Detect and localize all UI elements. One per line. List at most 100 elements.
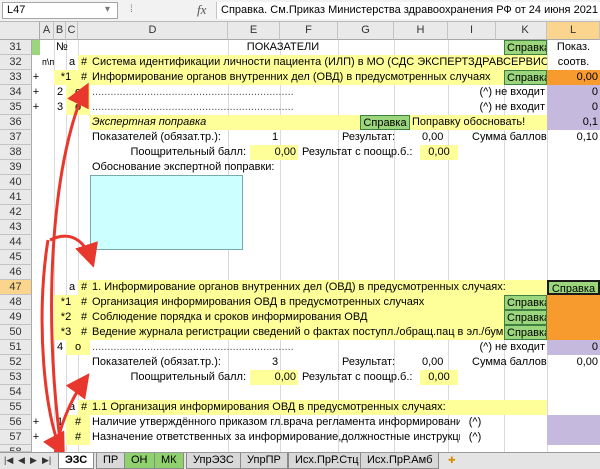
score-cell[interactable]: [547, 295, 600, 310]
cell-c34[interactable]: o: [66, 85, 90, 100]
column-header-e[interactable]: E: [228, 22, 280, 40]
cell-b56[interactable]: 1: [54, 415, 66, 430]
tab-ezs[interactable]: ЭЗС: [58, 453, 95, 469]
cell-l31[interactable]: Показ.: [547, 40, 600, 55]
row-header[interactable]: 33: [0, 70, 32, 85]
reference-button[interactable]: Справка: [504, 325, 547, 340]
placeholder-dots[interactable]: ........................................…: [90, 340, 430, 355]
row-header[interactable]: 40: [0, 175, 32, 190]
reference-button[interactable]: Справка: [504, 295, 547, 310]
row-header[interactable]: 44: [0, 235, 32, 250]
placeholder-dots[interactable]: ........................................…: [90, 85, 430, 100]
cell-a32[interactable]: п\п: [40, 55, 54, 70]
row-header[interactable]: 53: [0, 370, 32, 385]
column-header-l[interactable]: L: [547, 22, 600, 40]
indicator-procedure[interactable]: Соблюдение порядка и сроков информирован…: [90, 310, 504, 325]
score-cell[interactable]: 0: [547, 100, 600, 115]
row-header[interactable]: 41: [0, 190, 32, 205]
indicators-count-value[interactable]: 1: [260, 130, 290, 145]
score-cell[interactable]: [547, 415, 600, 430]
prev-sheet-icon[interactable]: ◀: [18, 455, 25, 466]
expert-correction-value[interactable]: 0,1: [547, 115, 600, 130]
row-header[interactable]: 35: [0, 100, 32, 115]
reference-button[interactable]: Справка: [504, 40, 547, 55]
cell-c33[interactable]: #: [78, 70, 90, 85]
expert-correction-label[interactable]: Экспертная поправка: [90, 115, 360, 130]
outline-marker[interactable]: [32, 40, 40, 55]
result-bonus-value[interactable]: 0,00: [420, 145, 458, 160]
row-header[interactable]: 51: [0, 340, 32, 355]
fx-icon[interactable]: fx: [197, 2, 206, 18]
tab-ishprr-amb[interactable]: Исх.ПрР.Амб: [360, 453, 440, 469]
score-cell[interactable]: [547, 310, 600, 325]
criterion-regulation[interactable]: Наличие утверждённого приказом гл.врача …: [90, 415, 460, 430]
tab-ishprr-stc[interactable]: Исх.ПрР.Стц: [288, 453, 366, 469]
cell-c35[interactable]: o: [66, 100, 90, 115]
row-header[interactable]: 38: [0, 145, 32, 160]
expand-plus[interactable]: +: [32, 70, 40, 85]
expand-plus[interactable]: +: [32, 430, 40, 445]
selected-cell-l47[interactable]: Справка: [547, 280, 600, 295]
row-header[interactable]: 39: [0, 160, 32, 175]
last-sheet-icon[interactable]: ▶|: [42, 455, 51, 466]
cell-c51[interactable]: o: [66, 340, 90, 355]
row-header[interactable]: 37: [0, 130, 32, 145]
cell-c49[interactable]: #: [78, 310, 90, 325]
column-header-g[interactable]: G: [338, 22, 394, 40]
tab-on[interactable]: ОН: [124, 453, 155, 469]
row-header[interactable]: 34: [0, 85, 32, 100]
row-header[interactable]: 52: [0, 355, 32, 370]
row-header[interactable]: 47: [0, 280, 32, 295]
column-header-h[interactable]: H: [394, 22, 448, 40]
name-box-dropdown-icon[interactable]: ▾: [105, 4, 110, 15]
row-header[interactable]: 49: [0, 310, 32, 325]
cell-b51[interactable]: 4: [54, 340, 66, 355]
row-header[interactable]: 57: [0, 430, 32, 445]
row-header[interactable]: 46: [0, 265, 32, 280]
column-header-d[interactable]: D: [78, 22, 228, 40]
indicator-journal[interactable]: Ведение журнала регистрации сведений о ф…: [90, 325, 504, 340]
row-header[interactable]: 54: [0, 385, 32, 400]
indicator-ovd[interactable]: Информирование органов внутренних дел (О…: [90, 70, 504, 85]
row-header[interactable]: 42: [0, 205, 32, 220]
row-header[interactable]: 56: [0, 415, 32, 430]
expand-plus[interactable]: +: [32, 100, 40, 115]
cell-b32[interactable]: a: [66, 55, 78, 70]
score-cell[interactable]: 0: [547, 340, 600, 355]
row-header[interactable]: 32: [0, 55, 32, 70]
cell-b47[interactable]: a: [66, 280, 78, 295]
tab-uprpr[interactable]: УпрПР: [240, 453, 288, 469]
row-header[interactable]: 43: [0, 220, 32, 235]
cell-b57[interactable]: 2: [54, 430, 66, 445]
cell-c48[interactable]: #: [78, 295, 90, 310]
tab-uprezs[interactable]: УпрЭЗС: [186, 453, 241, 469]
indicator-organization[interactable]: Организация информирования ОВД в предусм…: [90, 295, 504, 310]
column-header-c[interactable]: C: [66, 22, 78, 40]
column-header-f[interactable]: F: [280, 22, 338, 40]
bonus-value[interactable]: 0,00: [250, 370, 298, 385]
cell-c50[interactable]: #: [78, 325, 90, 340]
select-all-corner[interactable]: [0, 22, 40, 40]
cell-b55[interactable]: a: [66, 400, 78, 415]
justify-correction-cell[interactable]: Поправку обосновать!: [410, 115, 547, 130]
score-cell[interactable]: 0,00: [547, 70, 600, 85]
cell-c56[interactable]: #: [66, 415, 90, 430]
cell-c57[interactable]: #: [66, 430, 90, 445]
result-value[interactable]: 0,00: [420, 355, 450, 370]
section-title-ovd[interactable]: 1. Информирование органов внутренних дел…: [90, 280, 547, 295]
bonus-value[interactable]: 0,00: [250, 145, 298, 160]
score-cell[interactable]: 0: [547, 85, 600, 100]
row-header[interactable]: 50: [0, 325, 32, 340]
cell-b35[interactable]: 3: [54, 100, 66, 115]
cell-c32[interactable]: #: [78, 55, 90, 70]
row-header[interactable]: 48: [0, 295, 32, 310]
column-header-a[interactable]: A: [40, 22, 54, 40]
cell-b49[interactable]: *2: [54, 310, 78, 325]
row-header[interactable]: 36: [0, 115, 32, 130]
result-value[interactable]: 0,00: [420, 130, 450, 145]
column-header-b[interactable]: B: [54, 22, 66, 40]
new-sheet-icon[interactable]: ✚: [448, 455, 456, 466]
placeholder-dots[interactable]: ........................................…: [90, 100, 430, 115]
name-box[interactable]: L47: [2, 2, 118, 19]
sum-value[interactable]: 0,10: [547, 130, 600, 145]
